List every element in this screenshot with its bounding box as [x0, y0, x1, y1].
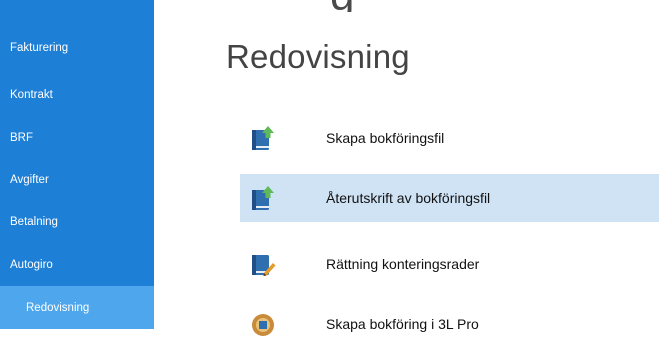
action-label: Återutskrift av bokföringsfil — [326, 190, 491, 206]
sidebar-item-redovisning[interactable]: Redovisning — [0, 286, 154, 329]
3l-pro-icon — [252, 314, 274, 336]
action-label: Rättning konteringsrader — [326, 256, 480, 272]
book-edit-icon — [252, 255, 276, 276]
sidebar-item-label: BRF — [10, 131, 33, 144]
action-label: Skapa bokföringsfil — [326, 130, 445, 146]
book-upload-icon — [252, 126, 274, 150]
sidebar-item-label: Redovisning — [26, 301, 90, 314]
sidebar-item-fakturering[interactable]: Fakturering — [0, 26, 154, 69]
sidebar-item-label: Autogiro — [10, 258, 53, 271]
sidebar-item-avgifter[interactable]: Avgifter — [0, 158, 154, 201]
action-skapa-bokforing-3l-pro[interactable]: Skapa bokföring i 3L Pro — [240, 300, 659, 348]
cropped-heading-text: g — [330, 0, 410, 12]
sidebar-item-label: Avgifter — [10, 173, 49, 186]
action-skapa-bokforingsfil[interactable]: Skapa bokföringsfil — [240, 114, 659, 162]
sidebar-item-betalning[interactable]: Betalning — [0, 200, 154, 243]
sidebar: Fakturering Kontrakt BRF Avgifter Betaln… — [0, 0, 154, 329]
sidebar-item-label: Fakturering — [10, 41, 69, 54]
cropped-heading-fragment: g — [330, 0, 410, 12]
sidebar-item-brf[interactable]: BRF — [0, 116, 154, 159]
book-upload-icon — [252, 186, 274, 210]
sidebar-item-kontrakt[interactable]: Kontrakt — [0, 73, 154, 116]
action-rattning-konteringsrader[interactable]: Rättning konteringsrader — [240, 240, 659, 288]
sidebar-item-autogiro[interactable]: Autogiro — [0, 243, 154, 286]
action-label: Skapa bokföring i 3L Pro — [326, 316, 479, 332]
sidebar-item-label: Kontrakt — [10, 88, 53, 101]
page-title: Redovisning — [226, 38, 410, 75]
action-aterutskrift-bokforingsfil[interactable]: Återutskrift av bokföringsfil — [240, 174, 659, 222]
sidebar-item-label: Betalning — [10, 215, 58, 228]
